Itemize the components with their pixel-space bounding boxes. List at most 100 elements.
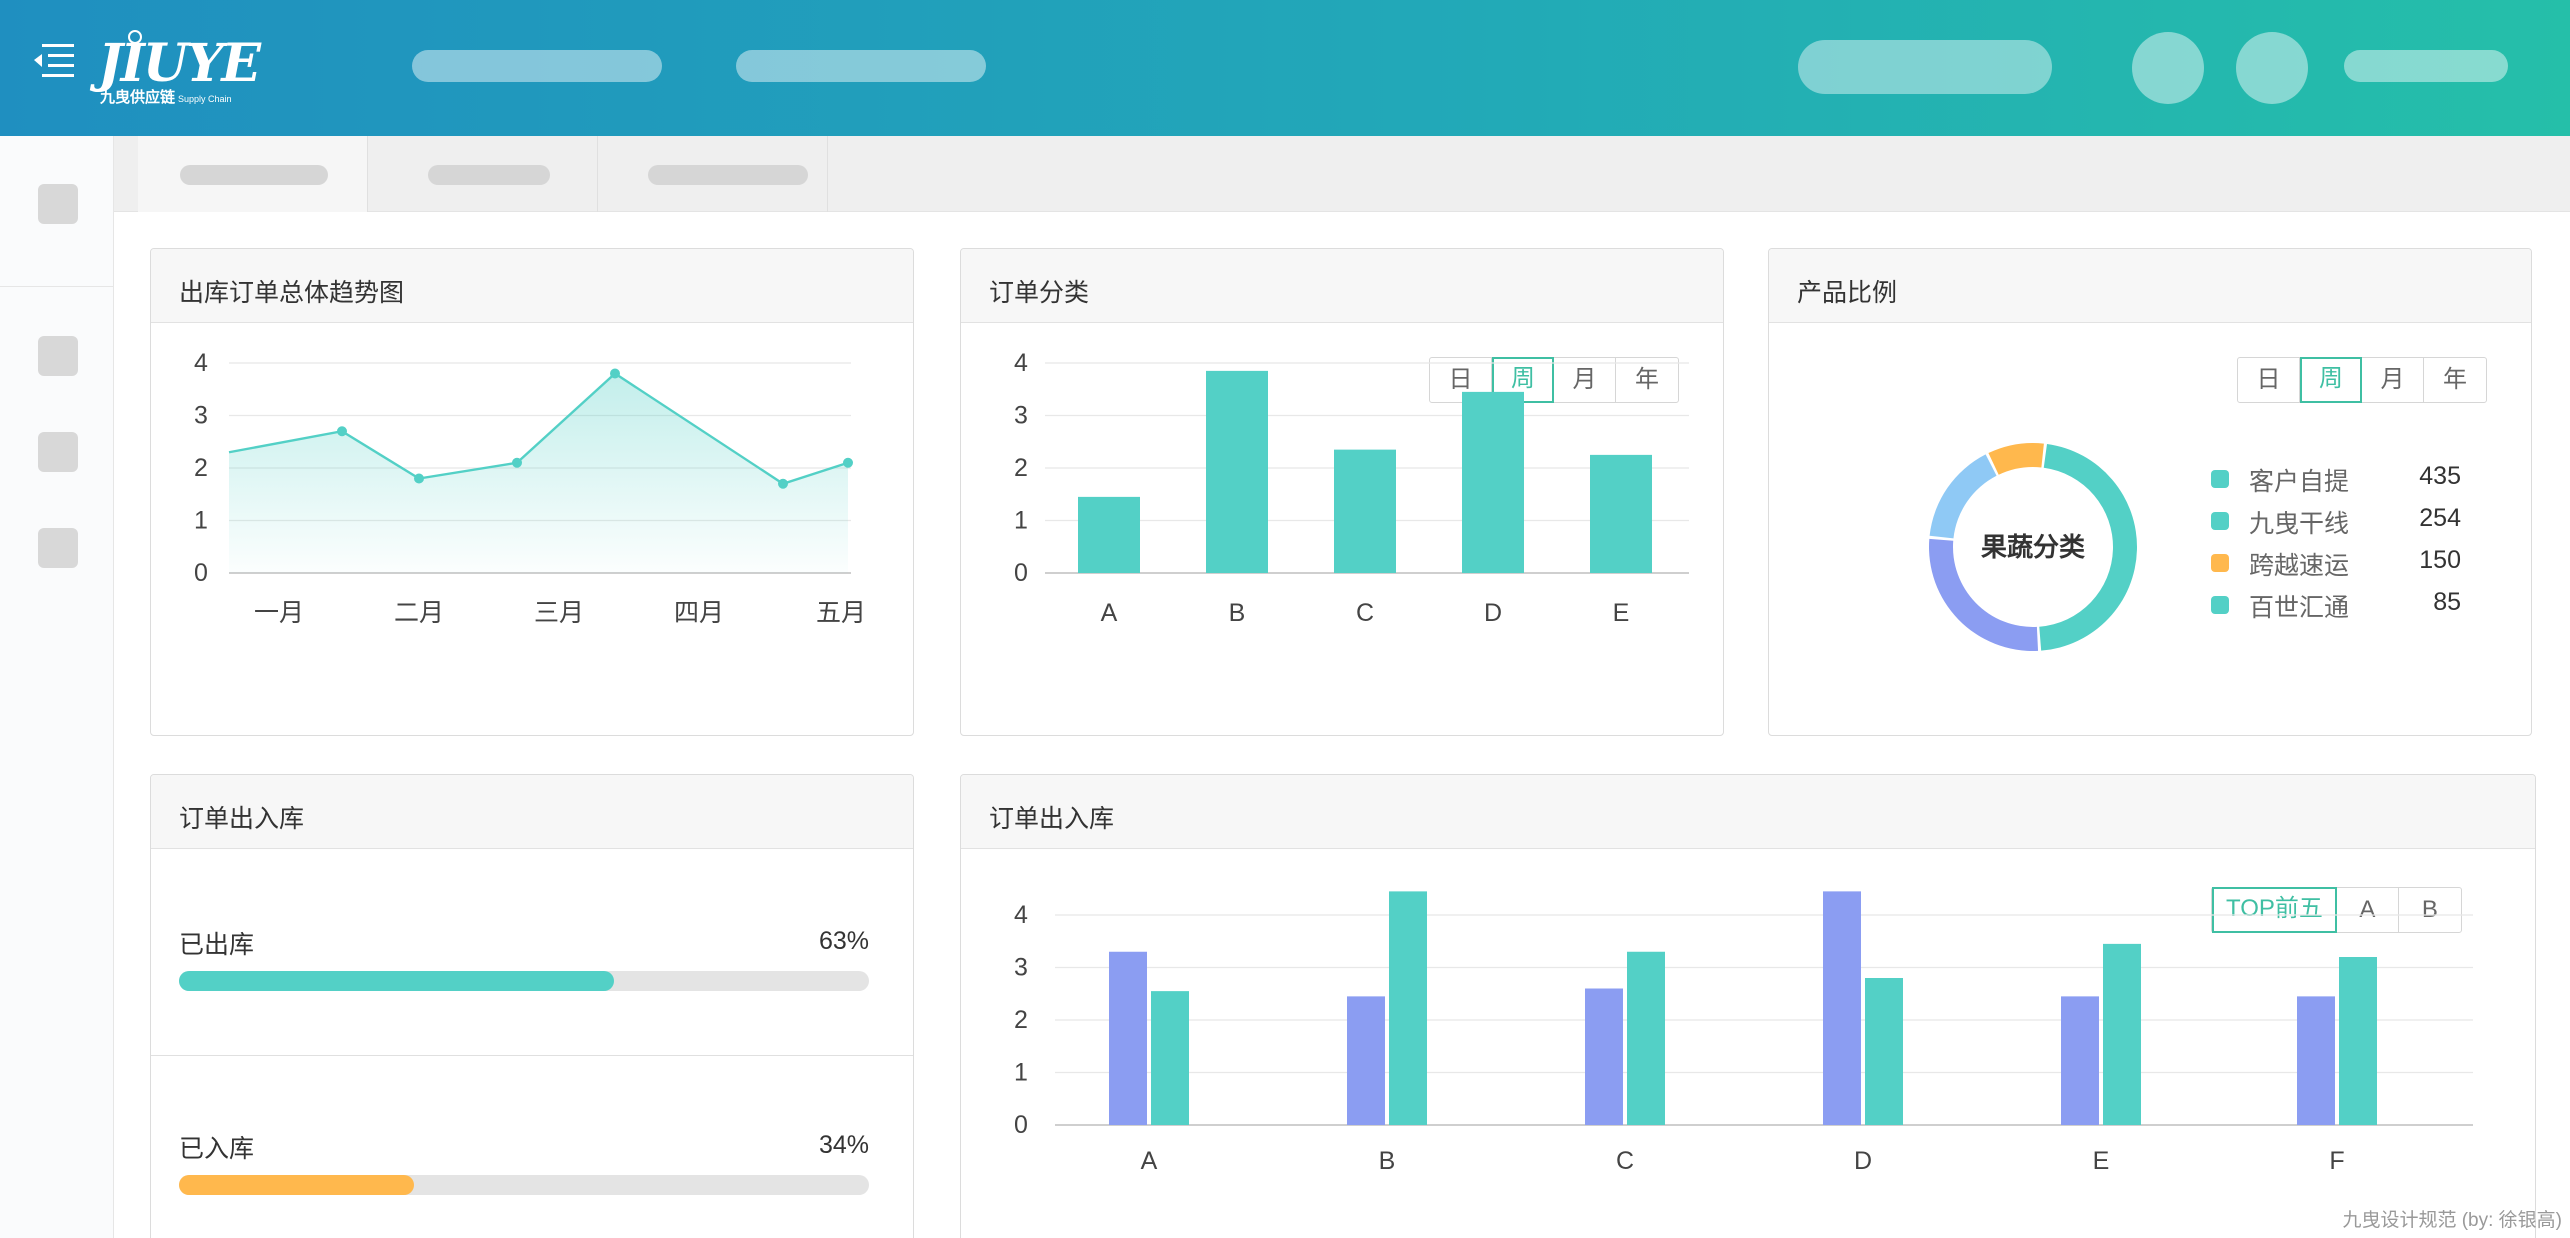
legend-item[interactable]: 跨越速运 150: [2211, 543, 2461, 585]
progress-label: 已入库: [179, 1135, 255, 1163]
x-tick-label: 四月: [674, 599, 724, 627]
y-tick-label: 1: [1014, 507, 1028, 535]
menu-toggle-icon[interactable]: [34, 42, 76, 82]
trend-line-chart: 0 1 2 3 4 一月 二月 三月 四月 五月: [194, 349, 866, 627]
avatar[interactable]: [2236, 32, 2308, 104]
tab-1[interactable]: [138, 136, 368, 212]
bar: [1206, 370, 1268, 573]
card-title: 出库订单总体趋势图: [179, 279, 405, 307]
inout-grouped-bar-chart: 0 1 2 3 4 A B C D E F: [1014, 891, 2473, 1175]
data-point: [778, 478, 788, 489]
legend-item[interactable]: 九曳干线 254: [2211, 501, 2461, 543]
donut-legend: 客户自提 435 九曳干线 254 跨越速运 150 百世汇通 85: [2211, 459, 2461, 627]
dashboard-content: 出库订单总体趋势图 0 1 2 3 4 一月 二月 三月 四月 五月 订单分类 日周月年 0123…: [114, 212, 2570, 1238]
legend-value: 435: [2419, 462, 2461, 490]
search-box[interactable]: [1798, 40, 2052, 94]
sidebar-item-4[interactable]: [38, 528, 78, 568]
x-tick-label: E: [2093, 1147, 2110, 1175]
y-tick-label: 1: [194, 507, 208, 535]
bar: [1151, 991, 1189, 1125]
x-tick-label: C: [1356, 599, 1374, 627]
bar: [1865, 978, 1903, 1125]
y-tick-label: 3: [1014, 402, 1028, 430]
footer-credit: 九曳设计规范 (by: 徐银高): [2342, 1210, 2562, 1231]
data-point: [843, 457, 853, 468]
sidebar-item-3[interactable]: [38, 432, 78, 472]
x-tick-label: B: [1379, 1147, 1396, 1175]
donut-center-label: 果蔬分类: [1981, 532, 2085, 562]
sidebar-item-1[interactable]: [38, 184, 78, 224]
x-tick-label: E: [1613, 599, 1630, 627]
bar: [1078, 496, 1140, 573]
progress-card: 订单出入库 已出库 63% 已入库 34%: [150, 774, 914, 1238]
card-header: 订单出入库: [961, 775, 2535, 849]
data-point: [414, 473, 424, 484]
card-header: 产品比例: [1769, 249, 2531, 323]
y-tick-label: 2: [194, 454, 208, 482]
category-bar-chart: 0 1 2 3 4 A B C D E: [1014, 349, 1689, 627]
bar: [1585, 988, 1623, 1125]
card-header: 出库订单总体趋势图: [151, 249, 913, 323]
notification-button[interactable]: [2132, 32, 2204, 104]
progress-percent: 63%: [818, 927, 869, 955]
bar: [1590, 454, 1652, 573]
x-tick-label: 二月: [394, 599, 444, 627]
donut-slice: [1988, 443, 2044, 475]
legend-label: 跨越速运: [2249, 552, 2350, 580]
x-tick-label: D: [1854, 1147, 1872, 1175]
jiuye-logo[interactable]: JIUYE 九曳供应链 Supply Chain: [98, 30, 278, 110]
card-title: 订单出入库: [989, 805, 1115, 833]
nav-item-1[interactable]: [412, 50, 662, 82]
y-tick-label: 3: [1014, 954, 1028, 982]
x-tick-label: D: [1484, 599, 1502, 627]
bar: [1347, 996, 1385, 1125]
logo-text: JIUYE: [98, 33, 261, 94]
y-tick-label: 1: [1014, 1059, 1028, 1087]
bar: [1334, 449, 1396, 573]
y-tick-label: 2: [1014, 454, 1028, 482]
legend-value: 150: [2419, 546, 2461, 574]
card-header: 订单分类: [961, 249, 1723, 323]
trend-card: 出库订单总体趋势图 0 1 2 3 4 一月 二月 三月 四月 五月: [150, 248, 914, 736]
donut-slice: [1929, 454, 1997, 539]
tab-3[interactable]: [598, 136, 828, 212]
card-title: 订单分类: [989, 279, 1090, 307]
y-tick-label: 0: [194, 559, 208, 587]
y-tick-label: 3: [194, 402, 208, 430]
bar: [1389, 891, 1427, 1125]
x-tick-label: 一月: [254, 599, 304, 627]
legend-swatch: [2211, 470, 2229, 488]
y-tick-label: 4: [1014, 901, 1028, 929]
legend-swatch: [2211, 554, 2229, 572]
top-header: JIUYE 九曳供应链 Supply Chain: [0, 0, 2570, 136]
nav-item-2[interactable]: [736, 50, 986, 82]
legend-value: 254: [2419, 504, 2461, 532]
tab-2[interactable]: [368, 136, 598, 212]
y-tick-label: 4: [1014, 349, 1028, 377]
sidebar-divider: [0, 286, 113, 287]
card-title: 产品比例: [1797, 279, 1898, 307]
bar: [1823, 891, 1861, 1125]
card-title: 订单出入库: [179, 805, 305, 833]
data-point: [337, 426, 347, 437]
user-name[interactable]: [2344, 50, 2508, 82]
sidebar: [0, 136, 114, 1238]
y-tick-label: 0: [1014, 559, 1028, 587]
legend-item[interactable]: 百世汇通 85: [2211, 585, 2461, 627]
x-tick-label: 五月: [816, 599, 866, 627]
bar: [1462, 391, 1524, 573]
bar: [2061, 996, 2099, 1125]
x-tick-label: B: [1229, 599, 1246, 627]
x-tick-label: C: [1616, 1147, 1634, 1175]
y-tick-label: 0: [1014, 1111, 1028, 1139]
legend-item[interactable]: 客户自提 435: [2211, 459, 2461, 501]
legend-swatch: [2211, 512, 2229, 530]
legend-label: 九曳干线: [2249, 510, 2350, 538]
bar: [2297, 996, 2335, 1125]
progress-track: [179, 1175, 869, 1195]
sidebar-item-2[interactable]: [38, 336, 78, 376]
legend-label: 百世汇通: [2249, 594, 2350, 622]
legend-label: 客户自提: [2249, 468, 2350, 496]
progress-fill: [179, 971, 614, 991]
card-header: 订单出入库: [151, 775, 913, 849]
